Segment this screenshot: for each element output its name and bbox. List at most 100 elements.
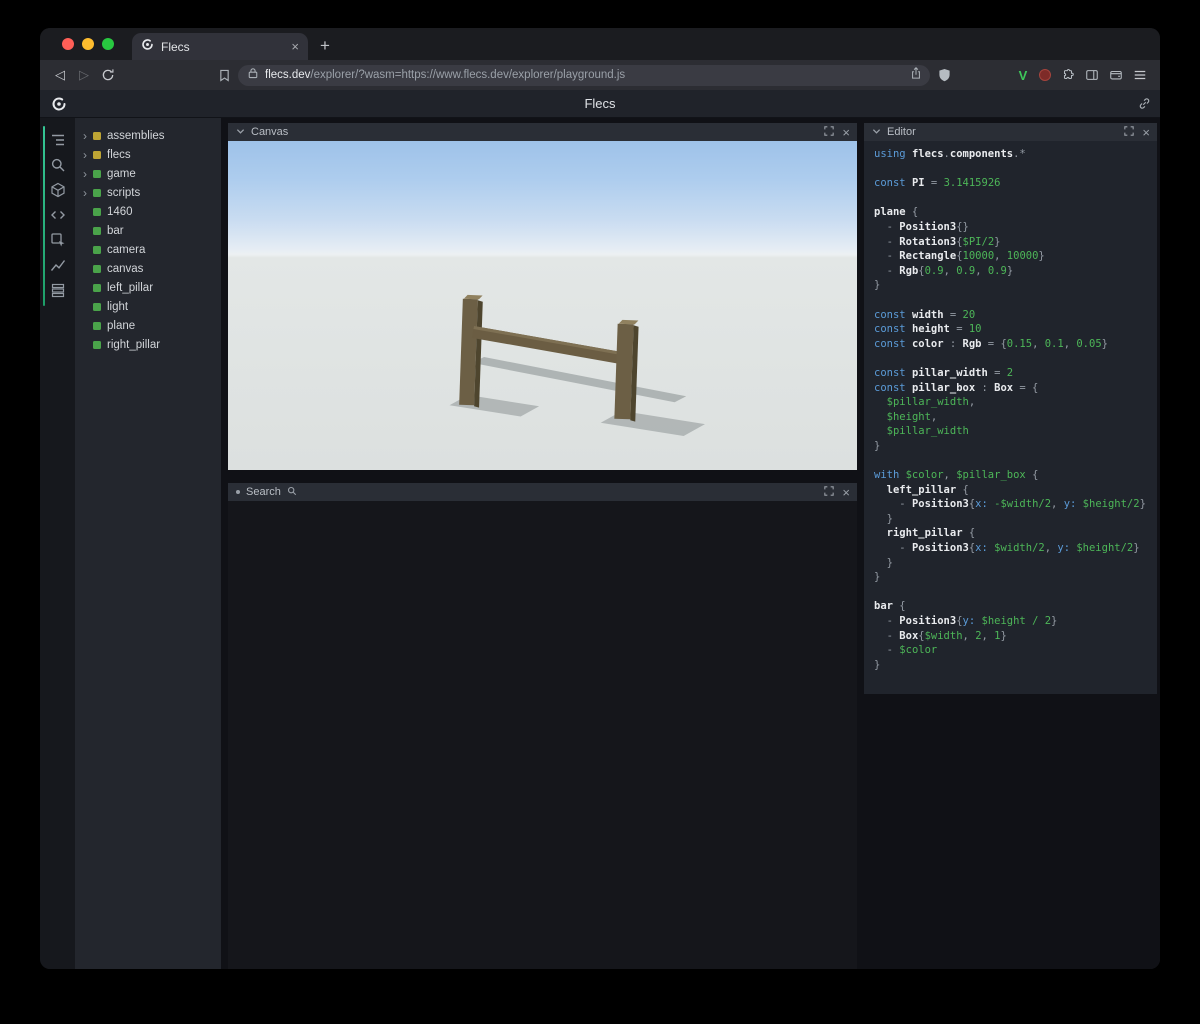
tree-item-flecs[interactable]: › flecs <box>75 145 221 164</box>
expand-chevron-icon[interactable]: › <box>83 187 93 199</box>
tab-bar: Flecs × + <box>40 28 1160 60</box>
code-line: - Rectangle{10000, 10000} <box>874 250 1045 263</box>
entity-kind-swatch <box>93 340 101 349</box>
back-button[interactable]: ◁ <box>48 63 72 87</box>
minimize-window-button[interactable] <box>82 38 94 50</box>
entity-kind-swatch <box>93 321 101 330</box>
entity-tree: › assemblies › flecs › game › scripts 1460 bar cam… <box>75 126 221 354</box>
close-tab-icon[interactable]: × <box>291 40 299 53</box>
entity-label: scripts <box>107 186 141 199</box>
editor-column: Editor × using flecs.components.* const … <box>864 118 1160 969</box>
code-icon[interactable] <box>40 202 75 227</box>
code-line: - $color <box>874 644 938 657</box>
rail-accent-line <box>43 126 45 306</box>
tree-item-1460[interactable]: 1460 <box>75 202 221 221</box>
code-line: - Position3{x: -$width/2, y: $height/2} <box>874 498 1146 511</box>
tree-item-game[interactable]: › game <box>75 164 221 183</box>
panel-bullet-icon <box>236 490 240 494</box>
code-line: - Box{$width, 2, 1} <box>874 629 1007 642</box>
close-window-button[interactable] <box>62 38 74 50</box>
entity-label: 1460 <box>107 205 133 218</box>
close-panel-icon[interactable]: × <box>842 486 850 499</box>
reload-button[interactable] <box>96 63 120 87</box>
share-icon[interactable] <box>910 66 922 85</box>
code-line: - Position3{} <box>874 220 969 233</box>
outline-icon[interactable] <box>40 127 75 152</box>
search-magnifier-icon <box>287 483 297 501</box>
right-pillar-3d <box>614 319 639 422</box>
collapse-chevron-icon[interactable] <box>872 123 881 141</box>
entity-label: canvas <box>107 262 144 275</box>
page-title: Flecs <box>584 96 616 111</box>
bookmark-icon[interactable] <box>212 63 236 87</box>
sidebar-panel-icon[interactable] <box>1080 63 1104 87</box>
stats-icon[interactable] <box>40 252 75 277</box>
rows-icon[interactable] <box>40 277 75 302</box>
new-tab-button[interactable]: + <box>308 37 342 60</box>
expand-panel-icon[interactable] <box>824 483 835 501</box>
wallet-icon[interactable] <box>1104 63 1128 87</box>
entity-label: flecs <box>107 148 131 161</box>
icon-rail-items <box>40 127 75 302</box>
panel-title: Editor <box>887 126 916 138</box>
code-line: } <box>874 658 881 671</box>
browser-toolbar: ◁ ▷ flecs.dev/explorer/?wasm=https://www… <box>40 60 1160 90</box>
editor-code[interactable]: using flecs.components.* const PI = 3.14… <box>864 141 1157 694</box>
menu-icon[interactable] <box>1128 63 1152 87</box>
canvas-panel-header: Canvas × <box>228 123 857 141</box>
tree-item-scripts[interactable]: › scripts <box>75 183 221 202</box>
expand-chevron-icon[interactable]: › <box>83 168 93 180</box>
expand-chevron-icon[interactable]: › <box>83 149 93 161</box>
tree-item-left_pillar[interactable]: left_pillar <box>75 278 221 297</box>
search-results-area[interactable] <box>228 501 857 969</box>
browser-tab[interactable]: Flecs × <box>132 33 308 60</box>
bar-shadow <box>472 357 687 403</box>
forward-button[interactable]: ▷ <box>72 63 96 87</box>
left-pillar-3d <box>459 294 483 408</box>
canvas-viewport[interactable] <box>228 141 857 470</box>
main-column: Canvas × Search × <box>221 118 864 969</box>
v-extension-icon[interactable]: V <box>1012 68 1034 83</box>
window-controls <box>40 38 130 60</box>
collapse-chevron-icon[interactable] <box>236 123 245 141</box>
lock-icon <box>248 66 258 84</box>
entity-label: right_pillar <box>107 338 161 351</box>
tree-item-light[interactable]: light <box>75 297 221 316</box>
url-text: flecs.dev/explorer/?wasm=https://www.fle… <box>265 69 903 81</box>
url-path: /explorer/?wasm=https://www.flecs.dev/ex… <box>310 69 626 81</box>
app-body: › assemblies › flecs › game › scripts 1460 bar cam… <box>40 118 1160 969</box>
share-link-icon[interactable] <box>1138 97 1151 115</box>
tree-item-right_pillar[interactable]: right_pillar <box>75 335 221 354</box>
entity-kind-swatch <box>93 226 101 235</box>
expand-chevron-icon[interactable]: › <box>83 130 93 142</box>
entities-icon[interactable] <box>40 177 75 202</box>
address-bar[interactable]: flecs.dev/explorer/?wasm=https://www.fle… <box>238 64 930 86</box>
tree-item-plane[interactable]: plane <box>75 316 221 335</box>
entity-tree-panel: › assemblies › flecs › game › scripts 1460 bar cam… <box>75 118 221 969</box>
tree-item-canvas[interactable]: canvas <box>75 259 221 278</box>
tree-item-bar[interactable]: bar <box>75 221 221 240</box>
close-panel-icon[interactable]: × <box>1142 126 1150 139</box>
expand-panel-icon[interactable] <box>824 123 835 141</box>
zoom-window-button[interactable] <box>102 38 114 50</box>
entity-kind-swatch <box>93 207 101 216</box>
entity-kind-swatch <box>93 169 101 178</box>
search-icon[interactable] <box>40 152 75 177</box>
tree-item-assemblies[interactable]: › assemblies <box>75 126 221 145</box>
code-line: } <box>874 512 893 525</box>
code-line: } <box>874 571 881 584</box>
panel-title: Search <box>246 486 281 498</box>
code-line: } <box>874 556 893 569</box>
expand-panel-icon[interactable] <box>1124 123 1135 141</box>
close-panel-icon[interactable]: × <box>842 126 850 139</box>
brave-shield-icon[interactable] <box>932 63 956 87</box>
extensions-puzzle-icon[interactable] <box>1056 63 1080 87</box>
editor-panel: Editor × using flecs.components.* const … <box>864 123 1157 694</box>
inspector-icon[interactable] <box>40 227 75 252</box>
record-extension-icon[interactable] <box>1034 69 1056 81</box>
tree-item-camera[interactable]: camera <box>75 240 221 259</box>
